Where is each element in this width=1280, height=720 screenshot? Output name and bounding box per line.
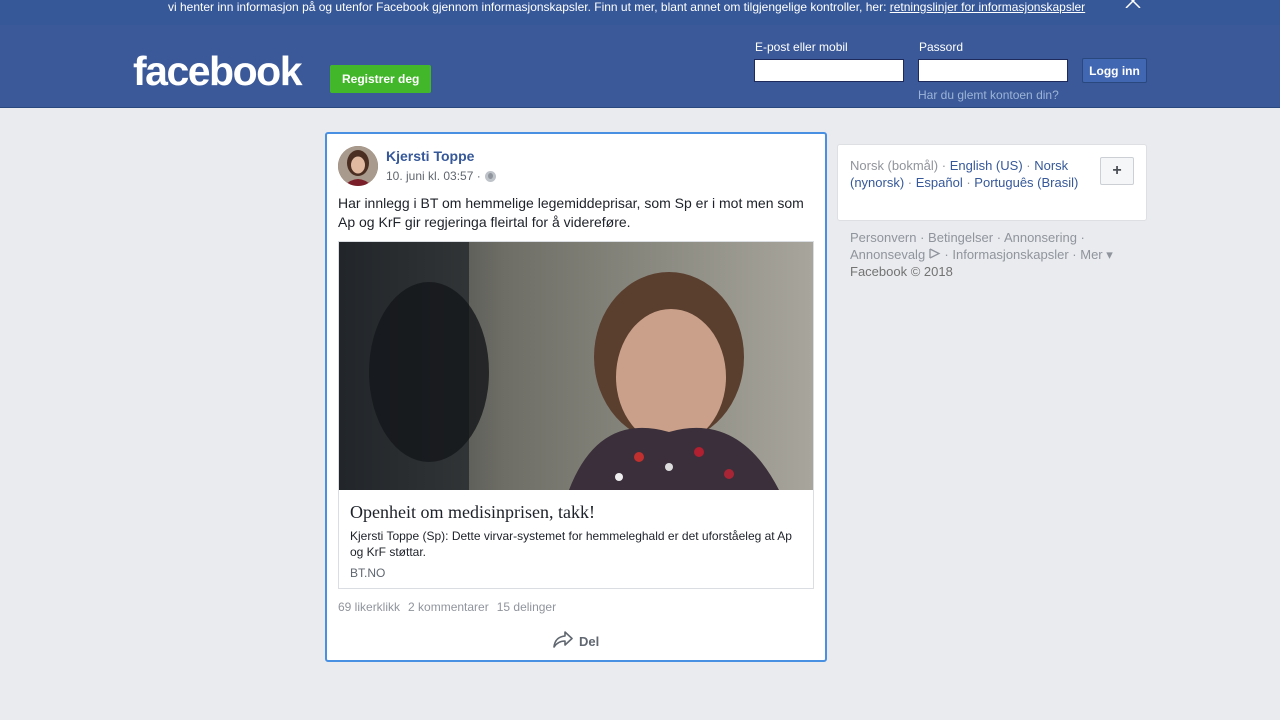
footer-link-privacy[interactable]: Personvern bbox=[850, 230, 916, 245]
footer-links: Personvern · Betingelser · Annonsering ·… bbox=[850, 230, 1113, 279]
share-icon bbox=[553, 631, 573, 651]
post-card: Kjersti Toppe 10. juni kl. 03:57 · Har i… bbox=[325, 132, 827, 662]
header: facebook Registrer deg E-post eller mobi… bbox=[0, 25, 1280, 108]
link-preview-title[interactable]: Openheit om medisinprisen, takk! bbox=[350, 502, 595, 523]
post-timestamp[interactable]: 10. juni kl. 03:57 · bbox=[386, 169, 481, 183]
language-portuguese[interactable]: Português (Brasil) bbox=[974, 175, 1078, 190]
link-preview-description: Kjersti Toppe (Sp): Dette virvar-systeme… bbox=[350, 529, 792, 559]
footer-link-more[interactable]: Mer bbox=[1080, 247, 1102, 262]
link-preview[interactable]: Openheit om medisinprisen, takk! Kjersti… bbox=[338, 241, 814, 589]
close-icon[interactable] bbox=[1124, 0, 1142, 9]
share-label: Del bbox=[579, 633, 600, 649]
globe-icon bbox=[484, 170, 496, 182]
password-label: Passord bbox=[919, 40, 964, 54]
language-current: Norsk (bokmål) bbox=[850, 158, 939, 173]
language-list: Norsk (bokmål) · English (US) · Norsk (n… bbox=[850, 158, 1079, 190]
link-preview-image bbox=[339, 242, 813, 490]
cookie-banner: vi henter inn informasjon på og utenfor … bbox=[0, 0, 1280, 25]
ad-choices-icon bbox=[929, 247, 941, 262]
cookie-policy-link[interactable]: retningslinjer for informasjonskapsler bbox=[890, 0, 1085, 14]
email-field[interactable] bbox=[754, 59, 904, 82]
language-selector: Norsk (bokmål) · English (US) · Norsk (n… bbox=[837, 144, 1147, 221]
shares-count[interactable]: 15 delinger bbox=[497, 600, 556, 614]
copyright: Facebook © 2018 bbox=[850, 264, 953, 279]
password-field[interactable] bbox=[918, 59, 1068, 82]
share-button[interactable]: Del bbox=[553, 631, 599, 651]
forgot-account-link[interactable]: Har du glemt kontoen din? bbox=[918, 88, 1059, 102]
cookie-banner-text: vi henter inn informasjon på og utenfor … bbox=[168, 0, 1085, 14]
post-stats: 69 likerklikk 2 kommentarer 15 delinger bbox=[338, 600, 556, 614]
author-name[interactable]: Kjersti Toppe bbox=[386, 148, 474, 164]
footer-link-terms[interactable]: Betingelser bbox=[928, 230, 993, 245]
facebook-logo[interactable]: facebook bbox=[133, 51, 303, 92]
chevron-down-icon: ▾ bbox=[1106, 247, 1113, 262]
likes-count[interactable]: 69 likerklikk bbox=[338, 600, 400, 614]
cookie-banner-message: vi henter inn informasjon på og utenfor … bbox=[168, 0, 890, 14]
comments-count[interactable]: 2 kommentarer bbox=[408, 600, 489, 614]
footer-link-advertising[interactable]: Annonsering bbox=[1004, 230, 1077, 245]
link-preview-source: BT.NO bbox=[350, 566, 386, 580]
footer-link-ad-choices[interactable]: Annonsevalg bbox=[850, 247, 925, 262]
login-button[interactable]: Logg inn bbox=[1082, 58, 1147, 83]
language-spanish[interactable]: Español bbox=[916, 175, 963, 190]
avatar[interactable] bbox=[338, 146, 378, 186]
add-language-button[interactable]: + bbox=[1100, 157, 1134, 185]
language-english[interactable]: English (US) bbox=[950, 158, 1023, 173]
email-label: E-post eller mobil bbox=[755, 40, 848, 54]
post-meta: 10. juni kl. 03:57 · bbox=[386, 169, 496, 183]
register-button[interactable]: Registrer deg bbox=[330, 65, 432, 93]
footer-link-cookies[interactable]: Informasjonskapsler bbox=[952, 247, 1068, 262]
post-text: Har innlegg i BT om hemmelige legemiddep… bbox=[338, 195, 804, 230]
